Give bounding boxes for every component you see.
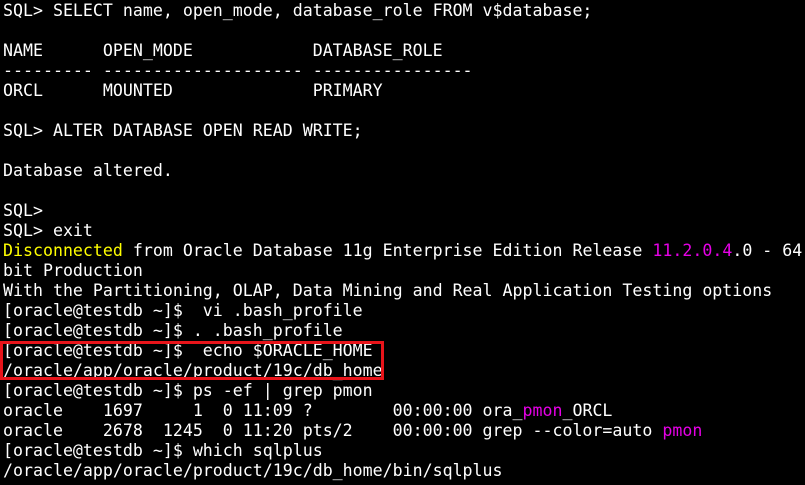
terminal-window[interactable]: SQL> SELECT name, open_mode, database_ro…	[0, 0, 805, 485]
terminal-text: ORCL MOUNTED PRIMARY	[3, 81, 383, 100]
terminal-text: [oracle@testdb ~]$ which sqlplus	[3, 441, 323, 460]
terminal-text: oracle 2678 1245 0 11:20 pts/2 00:00:00 …	[3, 421, 663, 440]
terminal-text: --------- -------------------- ---------…	[3, 61, 473, 80]
terminal-text: 11.2.0.4	[652, 241, 733, 260]
terminal-line: [oracle@testdb ~]$ ps -ef | grep pmon	[3, 381, 373, 401]
terminal-text: Database altered.	[3, 161, 173, 180]
terminal-line: Database altered.	[3, 161, 173, 181]
terminal-line: NAME OPEN_MODE DATABASE_ROLE	[3, 41, 443, 61]
terminal-line: [oracle@testdb ~]$ . .bash_profile	[3, 321, 343, 341]
terminal-text: SQL> ALTER DATABASE OPEN READ WRITE;	[3, 121, 363, 140]
terminal-line: [oracle@testdb ~]$ echo $ORACLE_HOME	[3, 341, 373, 361]
terminal-line: bit Production	[3, 261, 143, 281]
terminal-text: NAME OPEN_MODE DATABASE_ROLE	[3, 41, 443, 60]
terminal-line: SQL>	[3, 201, 43, 221]
terminal-line: Disconnected from Oracle Database 11g En…	[3, 241, 802, 261]
terminal-line: oracle 2678 1245 0 11:20 pts/2 00:00:00 …	[3, 421, 702, 441]
terminal-text: pmon	[522, 401, 563, 420]
terminal-line: ORCL MOUNTED PRIMARY	[3, 81, 383, 101]
terminal-line: [oracle@testdb ~]$ which sqlplus	[3, 441, 323, 461]
terminal-line: With the Partitioning, OLAP, Data Mining…	[3, 281, 772, 301]
terminal-text: from Oracle Database 11g Enterprise Edit…	[122, 241, 653, 260]
terminal-line: /oracle/app/oracle/product/19c/db_home	[3, 361, 383, 381]
terminal-text: [oracle@testdb ~]$ . .bash_profile	[3, 321, 343, 340]
terminal-text: SQL> exit	[3, 221, 93, 240]
terminal-text: .0 - 64	[732, 241, 803, 260]
terminal-text: pmon	[662, 421, 703, 440]
terminal-text: [oracle@testdb ~]$ vi .bash_profile	[3, 301, 363, 320]
terminal-text: _ORCL	[562, 401, 613, 420]
terminal-text: [oracle@testdb ~]$ ps -ef | grep pmon	[3, 381, 373, 400]
terminal-line: /oracle/app/oracle/product/19c/db_home/b…	[3, 461, 503, 481]
terminal-text: /oracle/app/oracle/product/19c/db_home/b…	[3, 461, 503, 480]
terminal-line: SQL> ALTER DATABASE OPEN READ WRITE;	[3, 121, 363, 141]
terminal-text: With the Partitioning, OLAP, Data Mining…	[3, 281, 773, 300]
terminal-text: bit Production	[3, 261, 143, 280]
terminal-text: /oracle/app/oracle/product/19c/db_home	[3, 361, 383, 380]
terminal-text: [oracle@testdb ~]$ echo $ORACLE_HOME	[3, 341, 373, 360]
terminal-line: [oracle@testdb ~]$ vi .bash_profile	[3, 301, 363, 321]
terminal-line: --------- -------------------- ---------…	[3, 61, 473, 81]
terminal-line: oracle 1697 1 0 11:09 ? 00:00:00 ora_pmo…	[3, 401, 612, 421]
terminal-line: SQL> SELECT name, open_mode, database_ro…	[3, 1, 592, 21]
terminal-text: SQL>	[3, 201, 43, 220]
terminal-text: SQL> SELECT name, open_mode, database_ro…	[3, 1, 593, 20]
terminal-text: Disconnected	[3, 241, 123, 260]
terminal-text: oracle 1697 1 0 11:09 ? 00:00:00 ora_	[3, 401, 523, 420]
terminal-line: SQL> exit	[3, 221, 93, 241]
